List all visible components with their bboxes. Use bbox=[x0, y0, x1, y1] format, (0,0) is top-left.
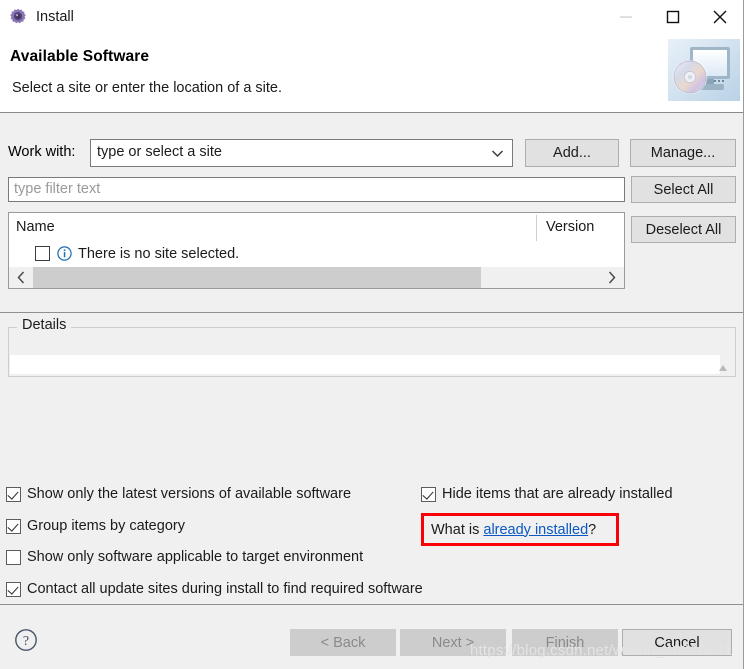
option-show-applicable-to-target[interactable]: Show only software applicable to target … bbox=[6, 549, 363, 565]
filter-input[interactable]: type filter text bbox=[8, 177, 625, 202]
title-bar: Install bbox=[0, 0, 743, 33]
checkbox-contact-all-update-sites[interactable] bbox=[6, 581, 21, 597]
column-header-name[interactable]: Name bbox=[16, 219, 55, 235]
table-header: Name Version bbox=[9, 213, 624, 242]
already-installed-text: What is already installed? bbox=[431, 522, 596, 538]
column-divider[interactable] bbox=[536, 215, 537, 241]
add-button[interactable]: Add... bbox=[525, 139, 619, 167]
software-table: Name Version There is no site selected. bbox=[8, 212, 625, 289]
window-controls bbox=[602, 0, 743, 33]
column-header-version[interactable]: Version bbox=[546, 219, 594, 235]
option-show-latest-versions[interactable]: Show only the latest versions of availab… bbox=[6, 486, 351, 502]
option-label: Show only software applicable to target … bbox=[27, 549, 364, 565]
option-label: Hide items that are already installed bbox=[442, 486, 673, 502]
dialog-footer: ? < Back Next > Finish Cancel bbox=[0, 604, 743, 669]
install-dialog: Install Available Software Select a site… bbox=[0, 0, 744, 669]
details-separator bbox=[0, 312, 743, 313]
scroll-left-icon[interactable] bbox=[9, 267, 33, 288]
work-with-value: type or select a site bbox=[97, 144, 222, 160]
install-gear-icon bbox=[9, 8, 27, 26]
option-group-items-by-category[interactable]: Group items by category bbox=[6, 518, 185, 534]
checkbox-group-items-by-category[interactable] bbox=[6, 518, 21, 534]
dialog-header: Available Software Select a site or ente… bbox=[0, 33, 743, 113]
next-button[interactable]: Next > bbox=[400, 629, 506, 656]
link-suffix: ? bbox=[588, 521, 597, 538]
help-icon[interactable]: ? bbox=[14, 628, 38, 652]
option-hide-already-installed[interactable]: Hide items that are already installed bbox=[421, 486, 673, 502]
filter-placeholder: type filter text bbox=[14, 181, 101, 197]
checkbox-hide-already-installed[interactable] bbox=[421, 486, 436, 502]
option-label: Group items by category bbox=[27, 518, 185, 534]
row-name: There is no site selected. bbox=[78, 245, 240, 262]
table-horizontal-scrollbar[interactable] bbox=[9, 267, 624, 288]
work-with-label: Work with: bbox=[8, 144, 76, 160]
chevron-down-icon[interactable] bbox=[486, 140, 508, 166]
scrollbar-track[interactable] bbox=[33, 267, 600, 288]
svg-text:?: ? bbox=[23, 634, 29, 649]
link-prefix: What is bbox=[431, 521, 484, 538]
row-checkbox[interactable] bbox=[35, 246, 50, 261]
option-contact-all-update-sites[interactable]: Contact all update sites during install … bbox=[6, 581, 423, 597]
already-installed-highlight: What is already installed? bbox=[421, 513, 619, 546]
option-label: Contact all update sites during install … bbox=[27, 581, 423, 597]
info-icon bbox=[57, 246, 72, 261]
scroll-right-icon[interactable] bbox=[600, 267, 624, 288]
manage-button[interactable]: Manage... bbox=[630, 139, 736, 167]
finish-button[interactable]: Finish bbox=[512, 629, 618, 656]
details-group: Details bbox=[8, 317, 736, 377]
maximize-icon[interactable] bbox=[649, 0, 696, 33]
work-with-combo[interactable]: type or select a site bbox=[90, 139, 513, 167]
dialog-body: Work with: type or select a site Add... … bbox=[0, 114, 743, 603]
deselect-all-button[interactable]: Deselect All bbox=[631, 216, 736, 243]
computer-with-disc-icon bbox=[668, 39, 740, 101]
scrollbar-thumb[interactable] bbox=[33, 267, 481, 288]
checkbox-show-applicable-to-target[interactable] bbox=[6, 549, 21, 565]
cancel-button[interactable]: Cancel bbox=[622, 629, 732, 656]
work-with-row: Work with: type or select a site Add... … bbox=[0, 139, 743, 167]
scroll-up-icon[interactable] bbox=[717, 360, 729, 371]
close-icon[interactable] bbox=[696, 0, 743, 33]
minimize-icon[interactable] bbox=[602, 0, 649, 33]
page-subtitle: Select a site or enter the location of a… bbox=[12, 80, 283, 96]
checkbox-show-latest-versions[interactable] bbox=[6, 486, 21, 502]
back-button[interactable]: < Back bbox=[290, 629, 396, 656]
page-title: Available Software bbox=[10, 48, 150, 65]
option-label: Show only the latest versions of availab… bbox=[27, 486, 352, 502]
details-legend: Details bbox=[19, 317, 70, 333]
window-title: Install bbox=[36, 8, 74, 25]
details-content bbox=[10, 355, 720, 374]
table-row[interactable]: There is no site selected. bbox=[9, 242, 624, 265]
already-installed-link[interactable]: already installed bbox=[483, 522, 588, 538]
select-all-button[interactable]: Select All bbox=[631, 176, 736, 203]
